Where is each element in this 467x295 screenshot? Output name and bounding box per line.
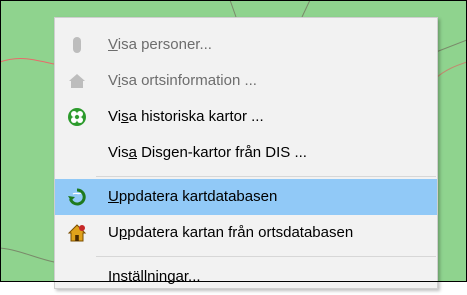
menu-item-label: Visa personer... [108, 36, 212, 53]
menu-item-label: Uppdatera kartdatabasen [108, 188, 278, 205]
menu-item-visa-personer[interactable]: Visa personer... [55, 27, 437, 63]
menu-item-installningar[interactable]: Inställningar... [55, 259, 437, 295]
menu-item-uppdatera-kartdatabasen[interactable]: Uppdatera kartdatabasen [55, 179, 437, 215]
menu-item-label: Inställningar... [108, 268, 201, 285]
context-menu: Visa personer... Visa ortsinformation ..… [54, 17, 438, 289]
menu-item-label: Visa ortsinformation ... [108, 72, 257, 89]
menu-item-label: Uppdatera kartan från ortsdatabasen [108, 224, 354, 241]
menu-separator [96, 256, 436, 257]
menu-item-visa-historiska-kartor[interactable]: Visa historiska kartor ... [55, 99, 437, 135]
menu-item-label: Visa historiska kartor ... [108, 108, 264, 125]
house-sync-icon [67, 223, 87, 243]
historic-map-icon [67, 107, 87, 127]
menu-item-label: Visa Disgen-kartor från DIS ... [108, 144, 307, 161]
house-icon [67, 71, 87, 91]
menu-item-visa-ortsinformation[interactable]: Visa ortsinformation ... [55, 63, 437, 99]
menu-item-visa-disgen-kartor[interactable]: Visa Disgen-kartor från DIS ... [55, 135, 437, 171]
menu-item-uppdatera-kartan-fran-ortsdatabasen[interactable]: Uppdatera kartan från ortsdatabasen [55, 215, 437, 251]
menu-separator [96, 176, 436, 177]
map-refresh-icon [67, 187, 87, 207]
person-silhouette-icon [67, 35, 87, 55]
